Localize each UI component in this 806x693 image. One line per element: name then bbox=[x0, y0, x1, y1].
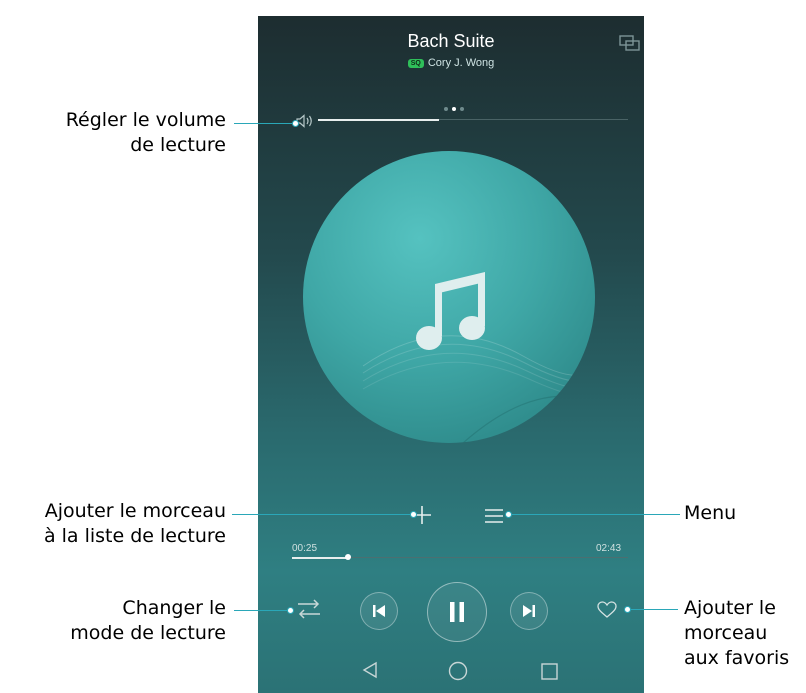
system-navigation-bar bbox=[258, 650, 644, 693]
progress-knob[interactable] bbox=[345, 554, 351, 560]
album-art bbox=[303, 151, 595, 443]
speaker-icon[interactable] bbox=[296, 113, 316, 132]
callout-fav-leader bbox=[628, 609, 678, 610]
current-time: 00:25 bbox=[292, 543, 318, 554]
callout-mode: Changer le mode de lecture bbox=[30, 596, 226, 646]
triangle-back-icon[interactable] bbox=[360, 660, 380, 684]
quality-badge: SQ bbox=[407, 59, 424, 68]
circle-home-icon[interactable] bbox=[447, 660, 469, 686]
volume-slider-fill bbox=[318, 119, 439, 121]
screen-cast-icon[interactable] bbox=[619, 35, 641, 57]
callout-fav-line1: Ajouter le bbox=[684, 597, 776, 619]
callout-fav: Ajouter le morceau aux favoris bbox=[684, 596, 789, 671]
next-button[interactable] bbox=[510, 592, 548, 630]
callout-mode-leader bbox=[234, 610, 290, 611]
hamburger-menu-icon[interactable] bbox=[483, 508, 505, 528]
previous-button[interactable] bbox=[360, 592, 398, 630]
total-time: 02:43 bbox=[596, 543, 622, 554]
artist-name: Cory J. Wong bbox=[427, 57, 495, 69]
callout-add: Ajouter le morceau à la liste de lecture bbox=[0, 499, 226, 549]
progress-bar-fill bbox=[292, 557, 348, 559]
callout-fav-line2: morceau bbox=[684, 622, 768, 644]
page-dot bbox=[444, 107, 448, 111]
callout-add-line2: à la liste de lecture bbox=[43, 525, 226, 547]
page-dot-active bbox=[452, 107, 456, 111]
callout-volume-line1: Régler le volume bbox=[65, 109, 226, 131]
heart-icon[interactable] bbox=[597, 601, 617, 623]
callout-volume: Régler le volume de lecture bbox=[8, 108, 226, 158]
track-title: Bach Suite bbox=[407, 31, 495, 51]
callout-menu-leader bbox=[510, 514, 680, 515]
callout-mode-endpoint bbox=[287, 607, 294, 614]
music-note-icon bbox=[416, 272, 485, 350]
callout-add-leader bbox=[232, 514, 412, 515]
page-indicator bbox=[444, 96, 468, 115]
pause-icon bbox=[450, 602, 464, 622]
callout-volume-line2: de lecture bbox=[130, 134, 226, 156]
artist-row: SQ Cory J. Wong bbox=[258, 57, 644, 69]
callout-mode-line2: mode de lecture bbox=[70, 622, 226, 644]
square-recent-icon[interactable] bbox=[539, 661, 559, 685]
callout-volume-endpoint bbox=[292, 120, 299, 127]
callout-fav-endpoint bbox=[624, 606, 631, 613]
pause-button[interactable] bbox=[427, 582, 487, 642]
skip-previous-icon bbox=[373, 605, 385, 617]
callout-menu-endpoint bbox=[505, 511, 512, 518]
callout-fav-line3: aux favoris bbox=[684, 647, 790, 669]
callout-volume-leader bbox=[234, 123, 294, 124]
repeat-shuffle-icon[interactable] bbox=[296, 598, 322, 624]
page-dot bbox=[460, 107, 464, 111]
callout-add-endpoint bbox=[410, 511, 417, 518]
skip-next-icon bbox=[523, 605, 535, 617]
callout-mode-line1: Changer le bbox=[122, 597, 226, 619]
music-player-screen: Bach Suite SQ Cory J. Wong 00:25 02:43 bbox=[258, 16, 644, 693]
callout-menu: Menu bbox=[684, 502, 737, 524]
callout-add-line1: Ajouter le morceau bbox=[44, 500, 226, 522]
